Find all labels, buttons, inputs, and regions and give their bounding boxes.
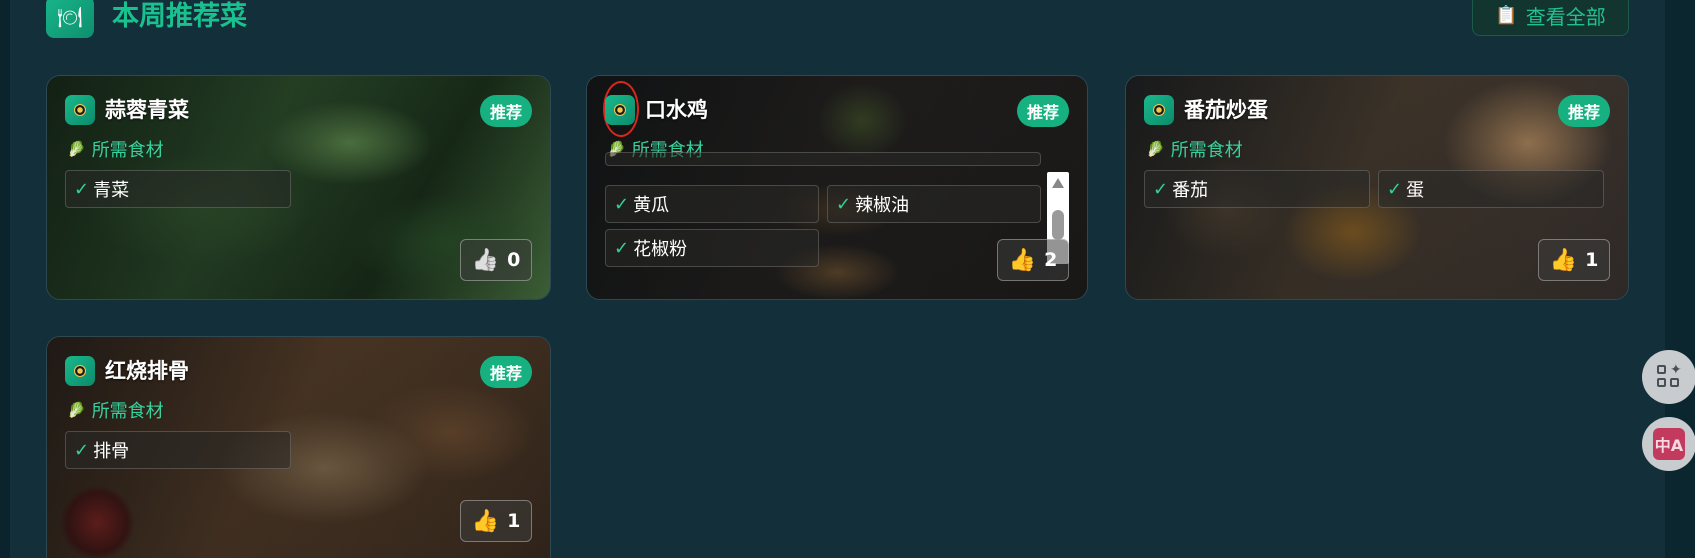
ingredient-item: ✓ 花椒粉 xyxy=(605,229,819,267)
like-button[interactable]: 👍 2 xyxy=(997,239,1069,281)
like-button[interactable]: 👍 1 xyxy=(1538,239,1610,281)
recommend-badge: 推荐 xyxy=(1016,95,1069,127)
dish-card[interactable]: 蒜蓉青菜 推荐 🥬 所需食材 ✓ 青菜 👍 0 xyxy=(46,75,551,300)
dish-icon xyxy=(65,356,95,386)
ingredients-label: 🥬 所需食材 xyxy=(1146,140,1243,161)
plate-icon: 🍽 xyxy=(46,0,94,38)
dish-card[interactable]: 番茄炒蛋 推荐 🥬 所需食材 ✓ 番茄 ✓ 蛋 👍 1 xyxy=(1125,75,1629,300)
leaf-icon: 🥬 xyxy=(67,401,86,419)
recommend-badge: 推荐 xyxy=(479,356,532,388)
view-all-button[interactable]: 📋 查看全部 xyxy=(1472,0,1629,36)
translate-button[interactable]: 中A xyxy=(1642,417,1695,471)
check-icon: ✓ xyxy=(74,439,90,461)
clipboard-icon: 📋 xyxy=(1495,4,1518,26)
check-icon: ✓ xyxy=(614,193,630,215)
dish-name: 红烧排骨 xyxy=(105,359,189,383)
like-count: 2 xyxy=(1044,249,1058,271)
dish-icon xyxy=(65,95,95,125)
ingredient-item: ✓ 番茄 xyxy=(1144,170,1370,208)
dish-name: 蒜蓉青菜 xyxy=(105,98,189,122)
check-icon: ✓ xyxy=(614,237,630,259)
dish-card[interactable]: 红烧排骨 推荐 🥬 所需食材 ✓ 排骨 👍 1 xyxy=(46,336,551,558)
like-count: 1 xyxy=(1585,249,1599,271)
recommend-badge: 推荐 xyxy=(479,95,532,127)
dish-card[interactable]: 口水鸡 推荐 🥬 所需食材 ✓ 黄瓜 ✓ 辣椒油 ✓ 花椒粉 👍 2 xyxy=(586,75,1088,300)
apps-sparkle-icon: ✦ xyxy=(1657,362,1682,389)
check-icon: ✓ xyxy=(74,178,90,200)
ingredient-item: ✓ 黄瓜 xyxy=(605,185,819,223)
scroll-thumb[interactable] xyxy=(1052,210,1064,240)
thumbs-up-icon: 👍 xyxy=(1008,247,1037,273)
section-title: 本周推荐菜 xyxy=(112,1,247,32)
ingredients-label: 🥬 所需食材 xyxy=(67,401,164,422)
view-all-label: 查看全部 xyxy=(1525,4,1606,29)
left-edge xyxy=(0,0,10,558)
right-edge xyxy=(1665,0,1695,558)
dish-icon xyxy=(605,95,635,125)
like-count: 0 xyxy=(507,249,521,271)
ingredient-item: ✓ 青菜 xyxy=(65,170,291,208)
ingredient-item-partial xyxy=(605,152,1041,166)
thumbs-up-icon: 👍 xyxy=(471,247,500,273)
dish-name: 番茄炒蛋 xyxy=(1184,98,1268,122)
ingredient-item: ✓ 排骨 xyxy=(65,431,291,469)
check-icon: ✓ xyxy=(1387,178,1403,200)
thumbs-up-icon: 👍 xyxy=(1549,247,1578,273)
dish-icon xyxy=(1144,95,1174,125)
like-button[interactable]: 👍 0 xyxy=(460,239,532,281)
scroll-up-icon[interactable] xyxy=(1052,178,1064,188)
like-button[interactable]: 👍 1 xyxy=(460,500,532,542)
translate-icon: 中A xyxy=(1653,428,1685,460)
apps-button[interactable]: ✦ xyxy=(1642,350,1695,404)
leaf-icon: 🥬 xyxy=(67,140,86,158)
leaf-icon: 🥬 xyxy=(1146,140,1165,158)
thumbs-up-icon: 👍 xyxy=(471,508,500,534)
ingredient-item: ✓ 辣椒油 xyxy=(827,185,1041,223)
dish-name: 口水鸡 xyxy=(645,98,708,122)
check-icon: ✓ xyxy=(1153,178,1169,200)
recommend-badge: 推荐 xyxy=(1557,95,1610,127)
ingredient-item: ✓ 蛋 xyxy=(1378,170,1604,208)
check-icon: ✓ xyxy=(836,193,852,215)
like-count: 1 xyxy=(507,510,521,532)
ingredients-label: 🥬 所需食材 xyxy=(67,140,164,161)
